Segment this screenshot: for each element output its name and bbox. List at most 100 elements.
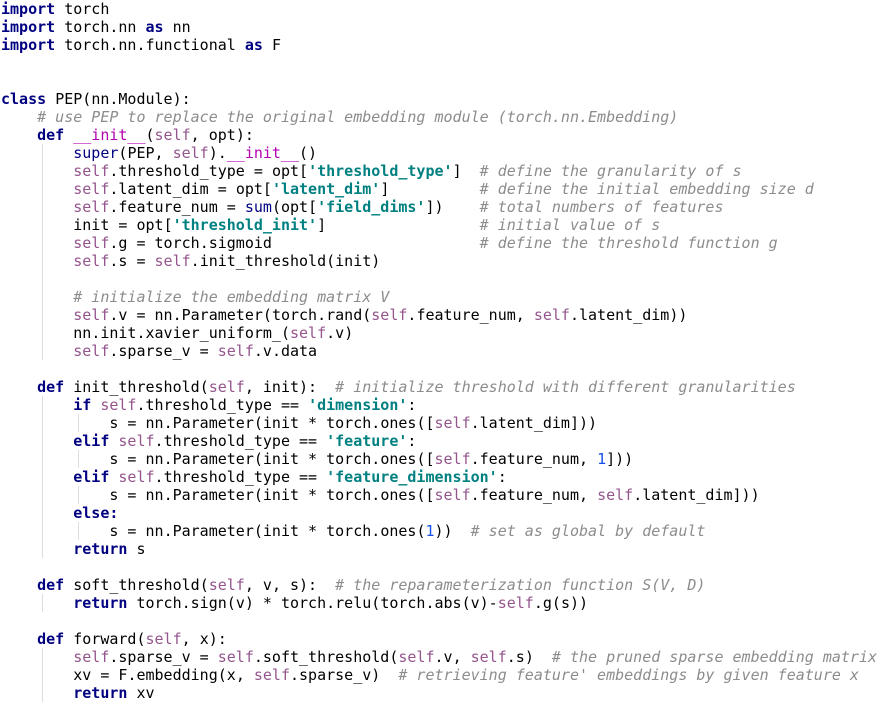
code-text: return xv (73, 684, 155, 702)
indent-guide (41, 648, 43, 666)
code-line: self.sparse_v = self.v.data (1, 342, 877, 360)
code-line: import torch.nn as nn (1, 18, 877, 36)
indent-guide (41, 234, 43, 252)
code-text: self.s = self.init_threshold(init) (73, 252, 381, 270)
code-text: self.v = nn.Parameter(torch.rand(self.fe… (73, 306, 688, 324)
indent-guide (41, 342, 43, 360)
code-text: import torch.nn.functional as F (1, 36, 281, 54)
code-line: return s (1, 540, 877, 558)
code-line: # initialize the embedding matrix V (1, 288, 877, 306)
indent-guide (41, 216, 43, 234)
code-text: nn.init.xavier_uniform_(self.v) (73, 324, 354, 342)
code-text: s = nn.Parameter(init * torch.ones([self… (109, 486, 760, 504)
code-text: super(PEP, self).__init__() (73, 144, 318, 162)
code-text: def forward(self, x): (37, 630, 227, 648)
code-editor: import torch import torch.nn as nn import … (1, 0, 877, 702)
code-text: s = nn.Parameter(init * torch.ones([self… (109, 414, 598, 432)
code-text: # initialize the embedding matrix V (73, 288, 390, 306)
indent-guide (41, 540, 43, 558)
code-line: self.feature_num = sum(opt['field_dims']… (1, 198, 877, 216)
code-text: self.threshold_type = opt['threshold_typ… (73, 162, 742, 180)
indent-guide (41, 180, 43, 198)
code-text: self.g = torch.sigmoid # define the thre… (73, 234, 778, 252)
code-text: # use PEP to replace the original embedd… (37, 108, 679, 126)
code-text: import torch (1, 0, 110, 18)
indent-guide (41, 432, 43, 450)
code-text: def init_threshold(self, init): # initia… (37, 378, 796, 396)
code-line: nn.init.xavier_uniform_(self.v) (1, 324, 877, 342)
code-line: def __init__(self, opt): (1, 126, 877, 144)
indent-guide (77, 450, 79, 468)
code-text: self.feature_num = sum(opt['field_dims']… (73, 198, 724, 216)
indent-guide (41, 594, 43, 612)
code-line: return torch.sign(v) * torch.relu(torch.… (1, 594, 877, 612)
indent-guide (77, 414, 79, 432)
indent-guide (41, 522, 43, 540)
code-line: self.s = self.init_threshold(init) (1, 252, 877, 270)
code-line: self.threshold_type = opt['threshold_typ… (1, 162, 877, 180)
indent-guide (41, 504, 43, 522)
code-line: self.g = torch.sigmoid # define the thre… (1, 234, 877, 252)
code-line: s = nn.Parameter(init * torch.ones([self… (1, 450, 877, 468)
code-line: self.latent_dim = opt['latent_dim'] # de… (1, 180, 877, 198)
code-text: return s (73, 540, 146, 558)
indent-guide (41, 270, 43, 288)
indent-guide (41, 306, 43, 324)
code-text: def __init__(self, opt): (37, 126, 254, 144)
indent-guide (41, 144, 43, 162)
code-line: return xv (1, 684, 877, 702)
code-line: # use PEP to replace the original embedd… (1, 108, 877, 126)
code-text: elif self.threshold_type == 'feature_dim… (73, 468, 507, 486)
code-text: elif self.threshold_type == 'feature': (73, 432, 417, 450)
code-text: s = nn.Parameter(init * torch.ones(1)) #… (109, 522, 706, 540)
indent-guide (41, 396, 43, 414)
code-line: class PEP(nn.Module): (1, 90, 877, 108)
indent-guide (41, 450, 43, 468)
code-line: s = nn.Parameter(init * torch.ones(1)) #… (1, 522, 877, 540)
code-line: super(PEP, self).__init__() (1, 144, 877, 162)
code-line: import torch.nn.functional as F (1, 36, 877, 54)
code-line: init = opt['threshold_init'] # initial v… (1, 216, 877, 234)
indent-guide (41, 288, 43, 306)
indent-guide (41, 666, 43, 684)
indent-guide (41, 162, 43, 180)
code-text: def soft_threshold(self, v, s): # the re… (37, 576, 706, 594)
code-line: def soft_threshold(self, v, s): # the re… (1, 576, 877, 594)
code-line: elif self.threshold_type == 'feature_dim… (1, 468, 877, 486)
indent-guide (41, 252, 43, 270)
code-text: xv = F.embedding(x, self.sparse_v) # ret… (73, 666, 859, 684)
code-text: if self.threshold_type == 'dimension': (73, 396, 417, 414)
code-line: xv = F.embedding(x, self.sparse_v) # ret… (1, 666, 877, 684)
indent-guide (41, 468, 43, 486)
code-text: else: (73, 504, 119, 522)
code-line: s = nn.Parameter(init * torch.ones([self… (1, 414, 877, 432)
code-text: class PEP(nn.Module): (1, 90, 191, 108)
code-text: s = nn.Parameter(init * torch.ones([self… (109, 450, 634, 468)
code-text: self.sparse_v = self.v.data (73, 342, 318, 360)
indent-guide (41, 684, 43, 702)
code-line: self.sparse_v = self.soft_threshold(self… (1, 648, 877, 666)
code-text: return torch.sign(v) * torch.relu(torch.… (73, 594, 589, 612)
code-text: import torch.nn as nn (1, 18, 191, 36)
code-line: import torch (1, 0, 877, 18)
code-text: self.latent_dim = opt['latent_dim'] # de… (73, 180, 814, 198)
indent-guide (41, 486, 43, 504)
code-line: self.v = nn.Parameter(torch.rand(self.fe… (1, 306, 877, 324)
code-line: def init_threshold(self, init): # initia… (1, 378, 877, 396)
indent-guide (41, 324, 43, 342)
code-line: if self.threshold_type == 'dimension': (1, 396, 877, 414)
code-line: elif self.threshold_type == 'feature': (1, 432, 877, 450)
indent-guide (77, 522, 79, 540)
code-text: init = opt['threshold_init'] # initial v… (73, 216, 661, 234)
indent-guide (41, 198, 43, 216)
code-line: def forward(self, x): (1, 630, 877, 648)
indent-guide (41, 414, 43, 432)
code-line: s = nn.Parameter(init * torch.ones([self… (1, 486, 877, 504)
indent-guide (77, 486, 79, 504)
